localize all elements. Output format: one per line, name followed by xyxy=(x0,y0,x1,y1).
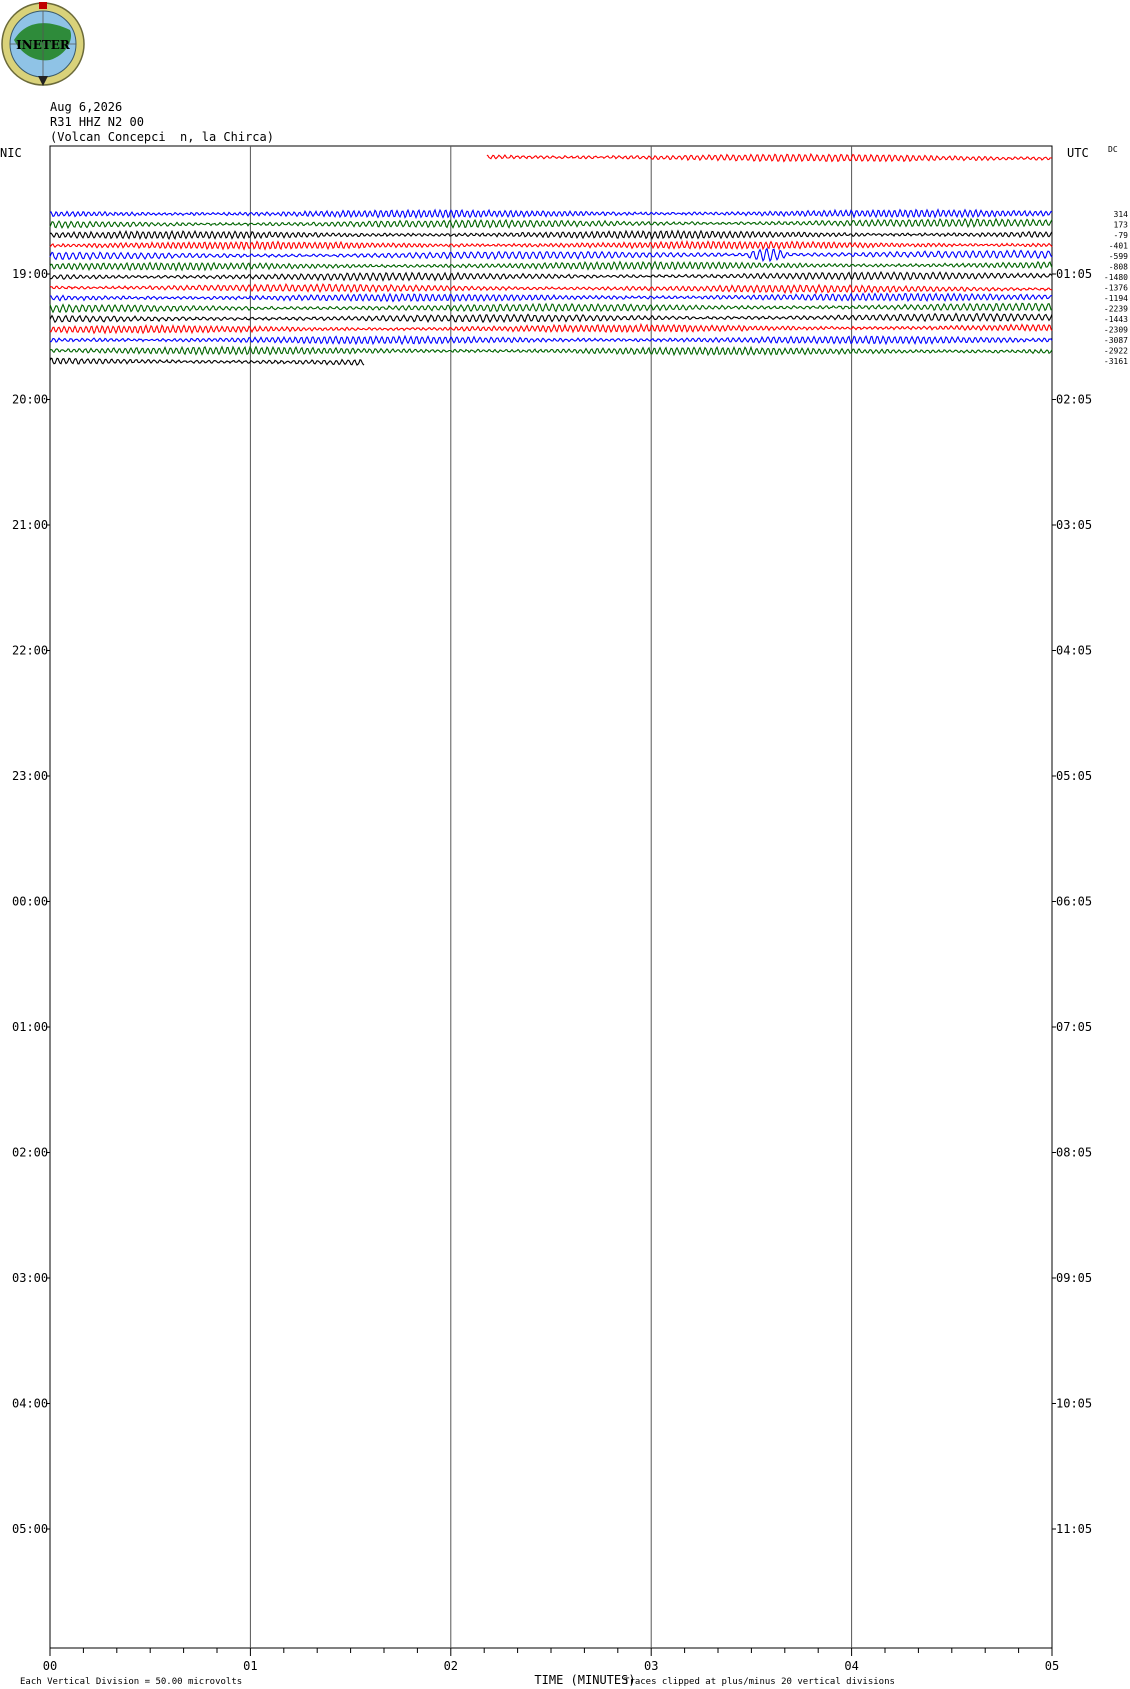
x-axis-title: TIME (MINUTES) xyxy=(534,1673,635,1687)
scale-note: Each Vertical Division = 50.00 microvolt… xyxy=(20,1677,242,1687)
hour-label-left: 19:00 xyxy=(12,267,48,281)
dc-value: 173 xyxy=(1114,221,1129,230)
x-tick-label: 05 xyxy=(1045,1659,1059,1673)
x-tick-label: 04 xyxy=(844,1659,858,1673)
x-tick-label: 01 xyxy=(243,1659,257,1673)
hour-label-right: 03:05 xyxy=(1056,518,1092,532)
helicorder-chart: 00 01 02 03 04 05 19:00 20:00 21:00 22:00 23:00 00:… xyxy=(0,145,1129,1687)
hour-label-right: 04:05 xyxy=(1056,644,1092,658)
seismic-trace xyxy=(486,152,1052,163)
hour-label-right: 10:05 xyxy=(1056,1397,1092,1411)
x-tick-label: 00 xyxy=(43,1659,57,1673)
seismic-trace xyxy=(49,302,1053,314)
dc-value: -3087 xyxy=(1104,336,1128,345)
seismic-trace xyxy=(49,229,1053,240)
dc-value: -1480 xyxy=(1104,273,1128,282)
seismic-trace xyxy=(49,283,1053,295)
seismic-trace xyxy=(49,217,1053,230)
hour-label-left: 02:00 xyxy=(12,1146,48,1160)
hour-label-left: 00:00 xyxy=(12,895,48,909)
hour-label-right: 07:05 xyxy=(1056,1020,1092,1034)
dc-value: -2309 xyxy=(1104,326,1128,335)
clip-note: Traces clipped at plus/minus 20 vertical… xyxy=(624,1677,895,1687)
seismic-trace xyxy=(49,322,1053,335)
seismic-trace xyxy=(49,292,1053,303)
seismic-trace xyxy=(49,312,1053,324)
seismic-trace xyxy=(49,247,1053,263)
hour-label-left: 05:00 xyxy=(12,1522,48,1536)
dc-value: -1376 xyxy=(1104,284,1128,293)
seismic-trace xyxy=(49,260,1053,272)
hour-label-left: 20:00 xyxy=(12,393,48,407)
seismic-trace xyxy=(49,208,1053,220)
hour-label-left: 21:00 xyxy=(12,518,48,532)
left-axis-title: NIC xyxy=(0,146,22,160)
hour-label-left: 01:00 xyxy=(12,1020,48,1034)
dc-value: -1194 xyxy=(1104,294,1128,303)
hour-label-left: 03:00 xyxy=(12,1271,48,1285)
seismic-trace xyxy=(49,334,1053,346)
x-tick-label: 02 xyxy=(444,1659,458,1673)
dc-value: -79 xyxy=(1114,231,1129,240)
seismic-trace xyxy=(49,345,1053,357)
hour-label-right: 08:05 xyxy=(1056,1146,1092,1160)
hour-label-right: 02:05 xyxy=(1056,393,1092,407)
right-axis-title: UTC xyxy=(1067,146,1089,160)
dc-value: -401 xyxy=(1109,242,1128,251)
seismic-trace xyxy=(49,270,1053,282)
seismic-trace xyxy=(49,357,365,366)
hour-label-right: 09:05 xyxy=(1056,1271,1092,1285)
x-tick-label: 03 xyxy=(644,1659,658,1673)
plot-border xyxy=(49,145,1053,1649)
hour-label-right: 05:05 xyxy=(1056,769,1092,783)
hour-label-left: 22:00 xyxy=(12,644,48,658)
hour-label-left: 23:00 xyxy=(12,769,48,783)
hour-label-right: 06:05 xyxy=(1056,895,1092,909)
seismic-trace xyxy=(49,239,1053,251)
hour-label-left: 04:00 xyxy=(12,1397,48,1411)
dc-title: DC xyxy=(1108,145,1118,154)
hour-label-right: 01:05 xyxy=(1056,267,1092,281)
dc-value: 314 xyxy=(1114,210,1129,219)
dc-value: -599 xyxy=(1109,252,1128,261)
dc-value: -3161 xyxy=(1104,357,1128,366)
dc-value: -808 xyxy=(1109,263,1128,272)
hour-label-right: 11:05 xyxy=(1056,1522,1092,1536)
dc-value: -2239 xyxy=(1104,305,1128,314)
dc-value: -1443 xyxy=(1104,315,1128,324)
dc-value: -2922 xyxy=(1104,347,1128,356)
